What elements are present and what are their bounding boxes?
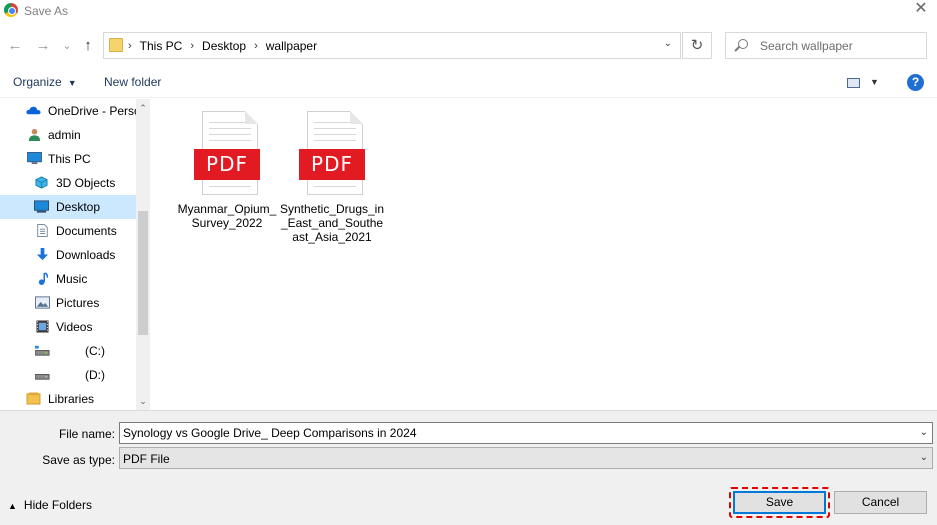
chrome-icon: [4, 3, 18, 17]
file-name-input[interactable]: [123, 426, 903, 440]
music-icon: [38, 272, 49, 285]
chevron-down-icon[interactable]: ⌄: [920, 452, 928, 463]
sidebar-item-label: Music: [56, 272, 88, 286]
caret-down-icon: ▼: [67, 78, 77, 88]
sidebar-item-label: OneDrive - Perso: [48, 104, 136, 118]
refresh-button[interactable]: ↻: [682, 32, 712, 59]
save-as-type-select[interactable]: PDF File ⌄: [119, 447, 933, 469]
file-name-combobox[interactable]: ⌄: [119, 422, 933, 444]
pdf-file-icon: PDF: [194, 111, 260, 196]
scroll-up-button[interactable]: ⌃: [136, 101, 150, 115]
sidebar-item-libraries[interactable]: Libraries: [0, 387, 136, 411]
computer-icon: [27, 152, 42, 165]
breadcrumb-separator[interactable]: ›: [190, 40, 194, 52]
cube-icon: [35, 176, 48, 189]
search-box[interactable]: [725, 32, 927, 59]
organize-menu-button[interactable]: Organize ▼: [13, 75, 77, 89]
sidebar-item-label: Videos: [56, 320, 93, 334]
new-folder-button[interactable]: New folder: [104, 75, 161, 89]
cancel-button[interactable]: Cancel: [834, 491, 927, 514]
sidebar-item-label: (D:): [85, 368, 105, 382]
sidebar-item-label: Libraries: [48, 392, 95, 406]
file-list: PDF Myanmar_Opium_Survey_2022 PDF Synthe…: [151, 99, 937, 410]
sidebar-item-label: (C:): [85, 344, 105, 358]
breadcrumb-wallpaper[interactable]: wallpaper: [266, 39, 317, 53]
sidebar-item-music[interactable]: Music: [0, 267, 136, 291]
sidebar-item-downloads[interactable]: Downloads: [0, 243, 136, 267]
navigation-pane: OneDrive - Perso admin This PC 3D Object…: [0, 99, 150, 410]
sidebar-item-label: 3D Objects: [56, 176, 116, 190]
breadcrumb: › This PC › Desktop › wallpaper: [128, 39, 317, 53]
user-icon: [28, 128, 41, 141]
sidebar-item-admin[interactable]: admin: [0, 123, 136, 147]
file-name-label: Synthetic_Drugs_in_East_and_Southeast_As…: [279, 202, 385, 244]
chevron-down-icon[interactable]: ⌄: [920, 427, 928, 438]
title-bar: Save As ✕: [0, 0, 937, 22]
hide-folders-label: Hide Folders: [23, 498, 92, 512]
forward-button[interactable]: →: [34, 37, 52, 55]
breadcrumb-separator[interactable]: ›: [254, 40, 258, 52]
organize-label: Organize: [13, 75, 62, 89]
sidebar-item-desktop[interactable]: Desktop: [0, 195, 136, 219]
scroll-down-button[interactable]: ⌄: [136, 394, 150, 408]
caret-down-icon[interactable]: ▼: [870, 77, 879, 87]
document-icon: [37, 224, 48, 237]
pdf-file-icon: PDF: [299, 111, 365, 196]
sidebar-item-drive-c[interactable]: (C:): [0, 339, 136, 363]
breadcrumb-this-pc[interactable]: This PC: [140, 39, 183, 53]
desktop-icon: [34, 200, 49, 213]
pdf-badge: PDF: [299, 149, 365, 180]
file-item-synthetic-drugs[interactable]: PDF Synthetic_Drugs_in_East_and_Southeas…: [279, 111, 385, 244]
file-name-label: Myanmar_Opium_Survey_2022: [177, 202, 277, 230]
back-button[interactable]: ←: [6, 37, 24, 55]
recent-locations-button[interactable]: ⌄: [58, 37, 76, 55]
pictures-icon: [35, 296, 50, 309]
library-icon: [26, 392, 41, 405]
save-button[interactable]: Save: [733, 491, 826, 514]
address-bar[interactable]: › This PC › Desktop › wallpaper ⌄: [103, 32, 681, 59]
save-as-type-label: Save as type:: [42, 453, 115, 467]
save-options-panel: File name: ⌄ Save as type: PDF File ⌄ ▲ H…: [0, 410, 937, 525]
sidebar-item-label: Pictures: [56, 296, 100, 310]
sidebar-item-label: This PC: [48, 152, 91, 166]
sidebar-item-label: Documents: [56, 224, 117, 238]
hide-folders-button[interactable]: ▲ Hide Folders: [8, 498, 92, 512]
sidebar-item-documents[interactable]: Documents: [0, 219, 136, 243]
help-icon[interactable]: ?: [907, 74, 924, 91]
breadcrumb-desktop[interactable]: Desktop: [202, 39, 246, 53]
sidebar-item-videos[interactable]: Videos: [0, 315, 136, 339]
breadcrumb-separator: ›: [128, 40, 132, 52]
drive-icon: [35, 345, 50, 356]
sidebar-item-label: Downloads: [56, 248, 116, 262]
command-bar: Organize ▼ New folder ▼ ?: [0, 68, 937, 98]
download-icon: [36, 248, 49, 261]
save-as-dialog: Save As ✕ ← → ⌄ ↑ › This PC › Desktop › …: [0, 0, 937, 525]
view-options-icon[interactable]: [847, 78, 860, 88]
sidebar-item-label: Desktop: [56, 200, 101, 214]
search-icon: [738, 39, 748, 49]
sidebar-item-label: admin: [48, 128, 81, 142]
sidebar-item-drive-d[interactable]: (D:): [0, 363, 136, 387]
sidebar-item-3d-objects[interactable]: 3D Objects: [0, 171, 136, 195]
sidebar-item-onedrive[interactable]: OneDrive - Perso: [0, 99, 136, 123]
sidebar-item-this-pc[interactable]: This PC: [0, 147, 136, 171]
scrollbar-thumb[interactable]: [138, 211, 148, 335]
chevron-down-icon[interactable]: ⌄: [664, 38, 672, 49]
search-input[interactable]: [760, 38, 920, 54]
file-name-label: File name:: [58, 427, 115, 441]
pdf-badge: PDF: [194, 149, 260, 180]
save-as-type-value: PDF File: [123, 452, 170, 466]
folder-icon: [109, 38, 123, 52]
close-button[interactable]: ✕: [913, 1, 929, 17]
sidebar-item-pictures[interactable]: Pictures: [0, 291, 136, 315]
caret-up-icon: ▲: [8, 501, 17, 511]
up-button[interactable]: ↑: [79, 37, 97, 55]
navigation-scrollbar[interactable]: ⌃ ⌄: [136, 99, 150, 410]
cloud-icon: [26, 106, 41, 115]
drive-icon: [35, 374, 50, 380]
video-icon: [36, 320, 49, 333]
file-item-myanmar-opium-survey[interactable]: PDF Myanmar_Opium_Survey_2022: [174, 111, 280, 230]
window-title: Save As: [24, 4, 69, 18]
